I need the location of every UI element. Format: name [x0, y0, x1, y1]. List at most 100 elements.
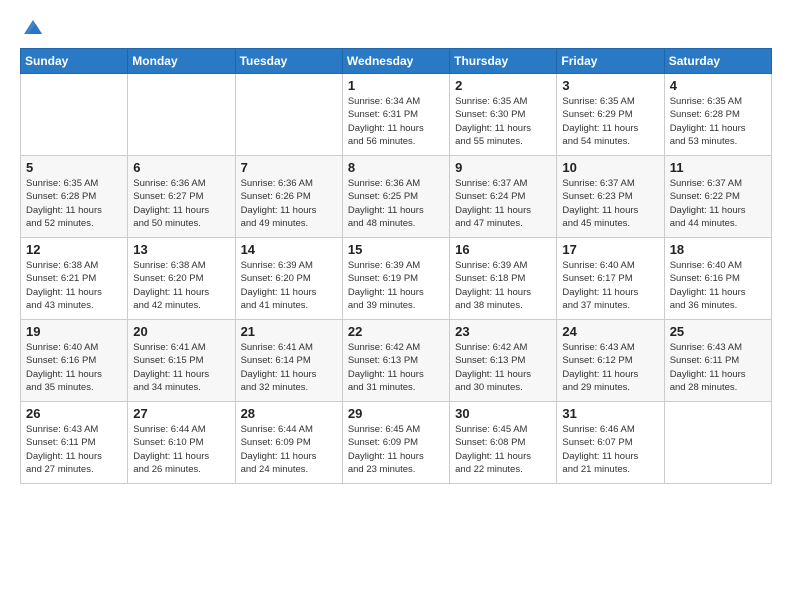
day-cell: 26 Sunrise: 6:43 AM Sunset: 6:11 PM Dayli…: [21, 402, 128, 484]
day-info: Sunrise: 6:36 AM Sunset: 6:25 PM Dayligh…: [348, 177, 444, 230]
day-cell: 31 Sunrise: 6:46 AM Sunset: 6:07 PM Dayli…: [557, 402, 664, 484]
day-number: 5: [26, 160, 122, 175]
day-info: Sunrise: 6:43 AM Sunset: 6:11 PM Dayligh…: [26, 423, 122, 476]
day-cell: 13Sunrise: 6:38 AM Sunset: 6:20 PM Dayli…: [128, 238, 235, 320]
day-cell: 27 Sunrise: 6:44 AM Sunset: 6:10 PM Dayli…: [128, 402, 235, 484]
day-cell: 10 Sunrise: 6:37 AM Sunset: 6:23 PM Dayli…: [557, 156, 664, 238]
day-info: Sunrise: 6:40 AM Sunset: 6:16 PM Dayligh…: [26, 341, 122, 394]
day-number: 11: [670, 160, 766, 175]
week-row-5: 26 Sunrise: 6:43 AM Sunset: 6:11 PM Dayli…: [21, 402, 772, 484]
day-info: Sunrise: 6:39 AM Sunset: 6:19 PM Dayligh…: [348, 259, 444, 312]
day-number: 23: [455, 324, 551, 339]
day-info: Sunrise: 6:44 AM Sunset: 6:09 PM Dayligh…: [241, 423, 337, 476]
day-cell: 12Sunrise: 6:38 AM Sunset: 6:21 PM Dayli…: [21, 238, 128, 320]
day-number: 2: [455, 78, 551, 93]
day-cell: 21Sunrise: 6:41 AM Sunset: 6:14 PM Dayli…: [235, 320, 342, 402]
day-cell: 18Sunrise: 6:40 AM Sunset: 6:16 PM Dayli…: [664, 238, 771, 320]
day-info: Sunrise: 6:37 AM Sunset: 6:24 PM Dayligh…: [455, 177, 551, 230]
day-cell: 28 Sunrise: 6:44 AM Sunset: 6:09 PM Dayli…: [235, 402, 342, 484]
day-cell: [664, 402, 771, 484]
day-cell: 17 Sunrise: 6:40 AM Sunset: 6:17 PM Dayli…: [557, 238, 664, 320]
day-info: Sunrise: 6:34 AM Sunset: 6:31 PM Dayligh…: [348, 95, 444, 148]
logo-icon: [22, 16, 44, 38]
weekday-header-saturday: Saturday: [664, 49, 771, 74]
day-cell: 25 Sunrise: 6:43 AM Sunset: 6:11 PM Dayli…: [664, 320, 771, 402]
page: SundayMondayTuesdayWednesdayThursdayFrid…: [0, 0, 792, 612]
day-info: Sunrise: 6:43 AM Sunset: 6:12 PM Dayligh…: [562, 341, 658, 394]
day-number: 7: [241, 160, 337, 175]
weekday-header-sunday: Sunday: [21, 49, 128, 74]
day-cell: 6Sunrise: 6:36 AM Sunset: 6:27 PM Daylig…: [128, 156, 235, 238]
day-info: Sunrise: 6:38 AM Sunset: 6:21 PM Dayligh…: [26, 259, 122, 312]
day-number: 31: [562, 406, 658, 421]
day-number: 15: [348, 242, 444, 257]
day-info: Sunrise: 6:41 AM Sunset: 6:14 PM Dayligh…: [241, 341, 337, 394]
day-number: 22: [348, 324, 444, 339]
day-info: Sunrise: 6:37 AM Sunset: 6:22 PM Dayligh…: [670, 177, 766, 230]
day-info: Sunrise: 6:46 AM Sunset: 6:07 PM Dayligh…: [562, 423, 658, 476]
day-cell: 14Sunrise: 6:39 AM Sunset: 6:20 PM Dayli…: [235, 238, 342, 320]
day-cell: 30Sunrise: 6:45 AM Sunset: 6:08 PM Dayli…: [450, 402, 557, 484]
day-cell: 22 Sunrise: 6:42 AM Sunset: 6:13 PM Dayli…: [342, 320, 449, 402]
day-number: 28: [241, 406, 337, 421]
day-number: 17: [562, 242, 658, 257]
day-cell: [235, 74, 342, 156]
day-info: Sunrise: 6:44 AM Sunset: 6:10 PM Dayligh…: [133, 423, 229, 476]
day-info: Sunrise: 6:37 AM Sunset: 6:23 PM Dayligh…: [562, 177, 658, 230]
day-info: Sunrise: 6:35 AM Sunset: 6:28 PM Dayligh…: [26, 177, 122, 230]
day-number: 16: [455, 242, 551, 257]
day-number: 24: [562, 324, 658, 339]
day-info: Sunrise: 6:40 AM Sunset: 6:17 PM Dayligh…: [562, 259, 658, 312]
day-number: 25: [670, 324, 766, 339]
day-info: Sunrise: 6:42 AM Sunset: 6:13 PM Dayligh…: [455, 341, 551, 394]
day-cell: 2 Sunrise: 6:35 AM Sunset: 6:30 PM Daylig…: [450, 74, 557, 156]
day-info: Sunrise: 6:35 AM Sunset: 6:30 PM Dayligh…: [455, 95, 551, 148]
day-cell: 16 Sunrise: 6:39 AM Sunset: 6:18 PM Dayli…: [450, 238, 557, 320]
day-number: 8: [348, 160, 444, 175]
day-number: 1: [348, 78, 444, 93]
day-info: Sunrise: 6:35 AM Sunset: 6:29 PM Dayligh…: [562, 95, 658, 148]
day-info: Sunrise: 6:45 AM Sunset: 6:08 PM Dayligh…: [455, 423, 551, 476]
day-number: 9: [455, 160, 551, 175]
day-info: Sunrise: 6:36 AM Sunset: 6:27 PM Dayligh…: [133, 177, 229, 230]
day-number: 20: [133, 324, 229, 339]
day-info: Sunrise: 6:36 AM Sunset: 6:26 PM Dayligh…: [241, 177, 337, 230]
day-cell: 24 Sunrise: 6:43 AM Sunset: 6:12 PM Dayli…: [557, 320, 664, 402]
calendar: SundayMondayTuesdayWednesdayThursdayFrid…: [20, 48, 772, 484]
day-cell: 11 Sunrise: 6:37 AM Sunset: 6:22 PM Dayli…: [664, 156, 771, 238]
day-number: 3: [562, 78, 658, 93]
day-info: Sunrise: 6:42 AM Sunset: 6:13 PM Dayligh…: [348, 341, 444, 394]
day-cell: 1 Sunrise: 6:34 AM Sunset: 6:31 PM Daylig…: [342, 74, 449, 156]
week-row-3: 12Sunrise: 6:38 AM Sunset: 6:21 PM Dayli…: [21, 238, 772, 320]
logo: [20, 16, 44, 38]
day-cell: 29 Sunrise: 6:45 AM Sunset: 6:09 PM Dayli…: [342, 402, 449, 484]
day-cell: [21, 74, 128, 156]
day-number: 29: [348, 406, 444, 421]
weekday-header-monday: Monday: [128, 49, 235, 74]
week-row-4: 19 Sunrise: 6:40 AM Sunset: 6:16 PM Dayli…: [21, 320, 772, 402]
weekday-header-wednesday: Wednesday: [342, 49, 449, 74]
day-cell: [128, 74, 235, 156]
day-info: Sunrise: 6:35 AM Sunset: 6:28 PM Dayligh…: [670, 95, 766, 148]
day-number: 10: [562, 160, 658, 175]
day-cell: 8 Sunrise: 6:36 AM Sunset: 6:25 PM Daylig…: [342, 156, 449, 238]
day-info: Sunrise: 6:43 AM Sunset: 6:11 PM Dayligh…: [670, 341, 766, 394]
weekday-header-tuesday: Tuesday: [235, 49, 342, 74]
day-cell: 19 Sunrise: 6:40 AM Sunset: 6:16 PM Dayli…: [21, 320, 128, 402]
week-row-1: 1 Sunrise: 6:34 AM Sunset: 6:31 PM Daylig…: [21, 74, 772, 156]
day-number: 19: [26, 324, 122, 339]
day-cell: 23 Sunrise: 6:42 AM Sunset: 6:13 PM Dayli…: [450, 320, 557, 402]
day-number: 26: [26, 406, 122, 421]
day-cell: 4 Sunrise: 6:35 AM Sunset: 6:28 PM Daylig…: [664, 74, 771, 156]
day-cell: 15 Sunrise: 6:39 AM Sunset: 6:19 PM Dayli…: [342, 238, 449, 320]
day-info: Sunrise: 6:45 AM Sunset: 6:09 PM Dayligh…: [348, 423, 444, 476]
day-number: 14: [241, 242, 337, 257]
day-info: Sunrise: 6:39 AM Sunset: 6:18 PM Dayligh…: [455, 259, 551, 312]
week-row-2: 5 Sunrise: 6:35 AM Sunset: 6:28 PM Daylig…: [21, 156, 772, 238]
day-number: 18: [670, 242, 766, 257]
day-cell: 9 Sunrise: 6:37 AM Sunset: 6:24 PM Daylig…: [450, 156, 557, 238]
weekday-header-thursday: Thursday: [450, 49, 557, 74]
day-number: 27: [133, 406, 229, 421]
day-number: 4: [670, 78, 766, 93]
day-cell: 7 Sunrise: 6:36 AM Sunset: 6:26 PM Daylig…: [235, 156, 342, 238]
